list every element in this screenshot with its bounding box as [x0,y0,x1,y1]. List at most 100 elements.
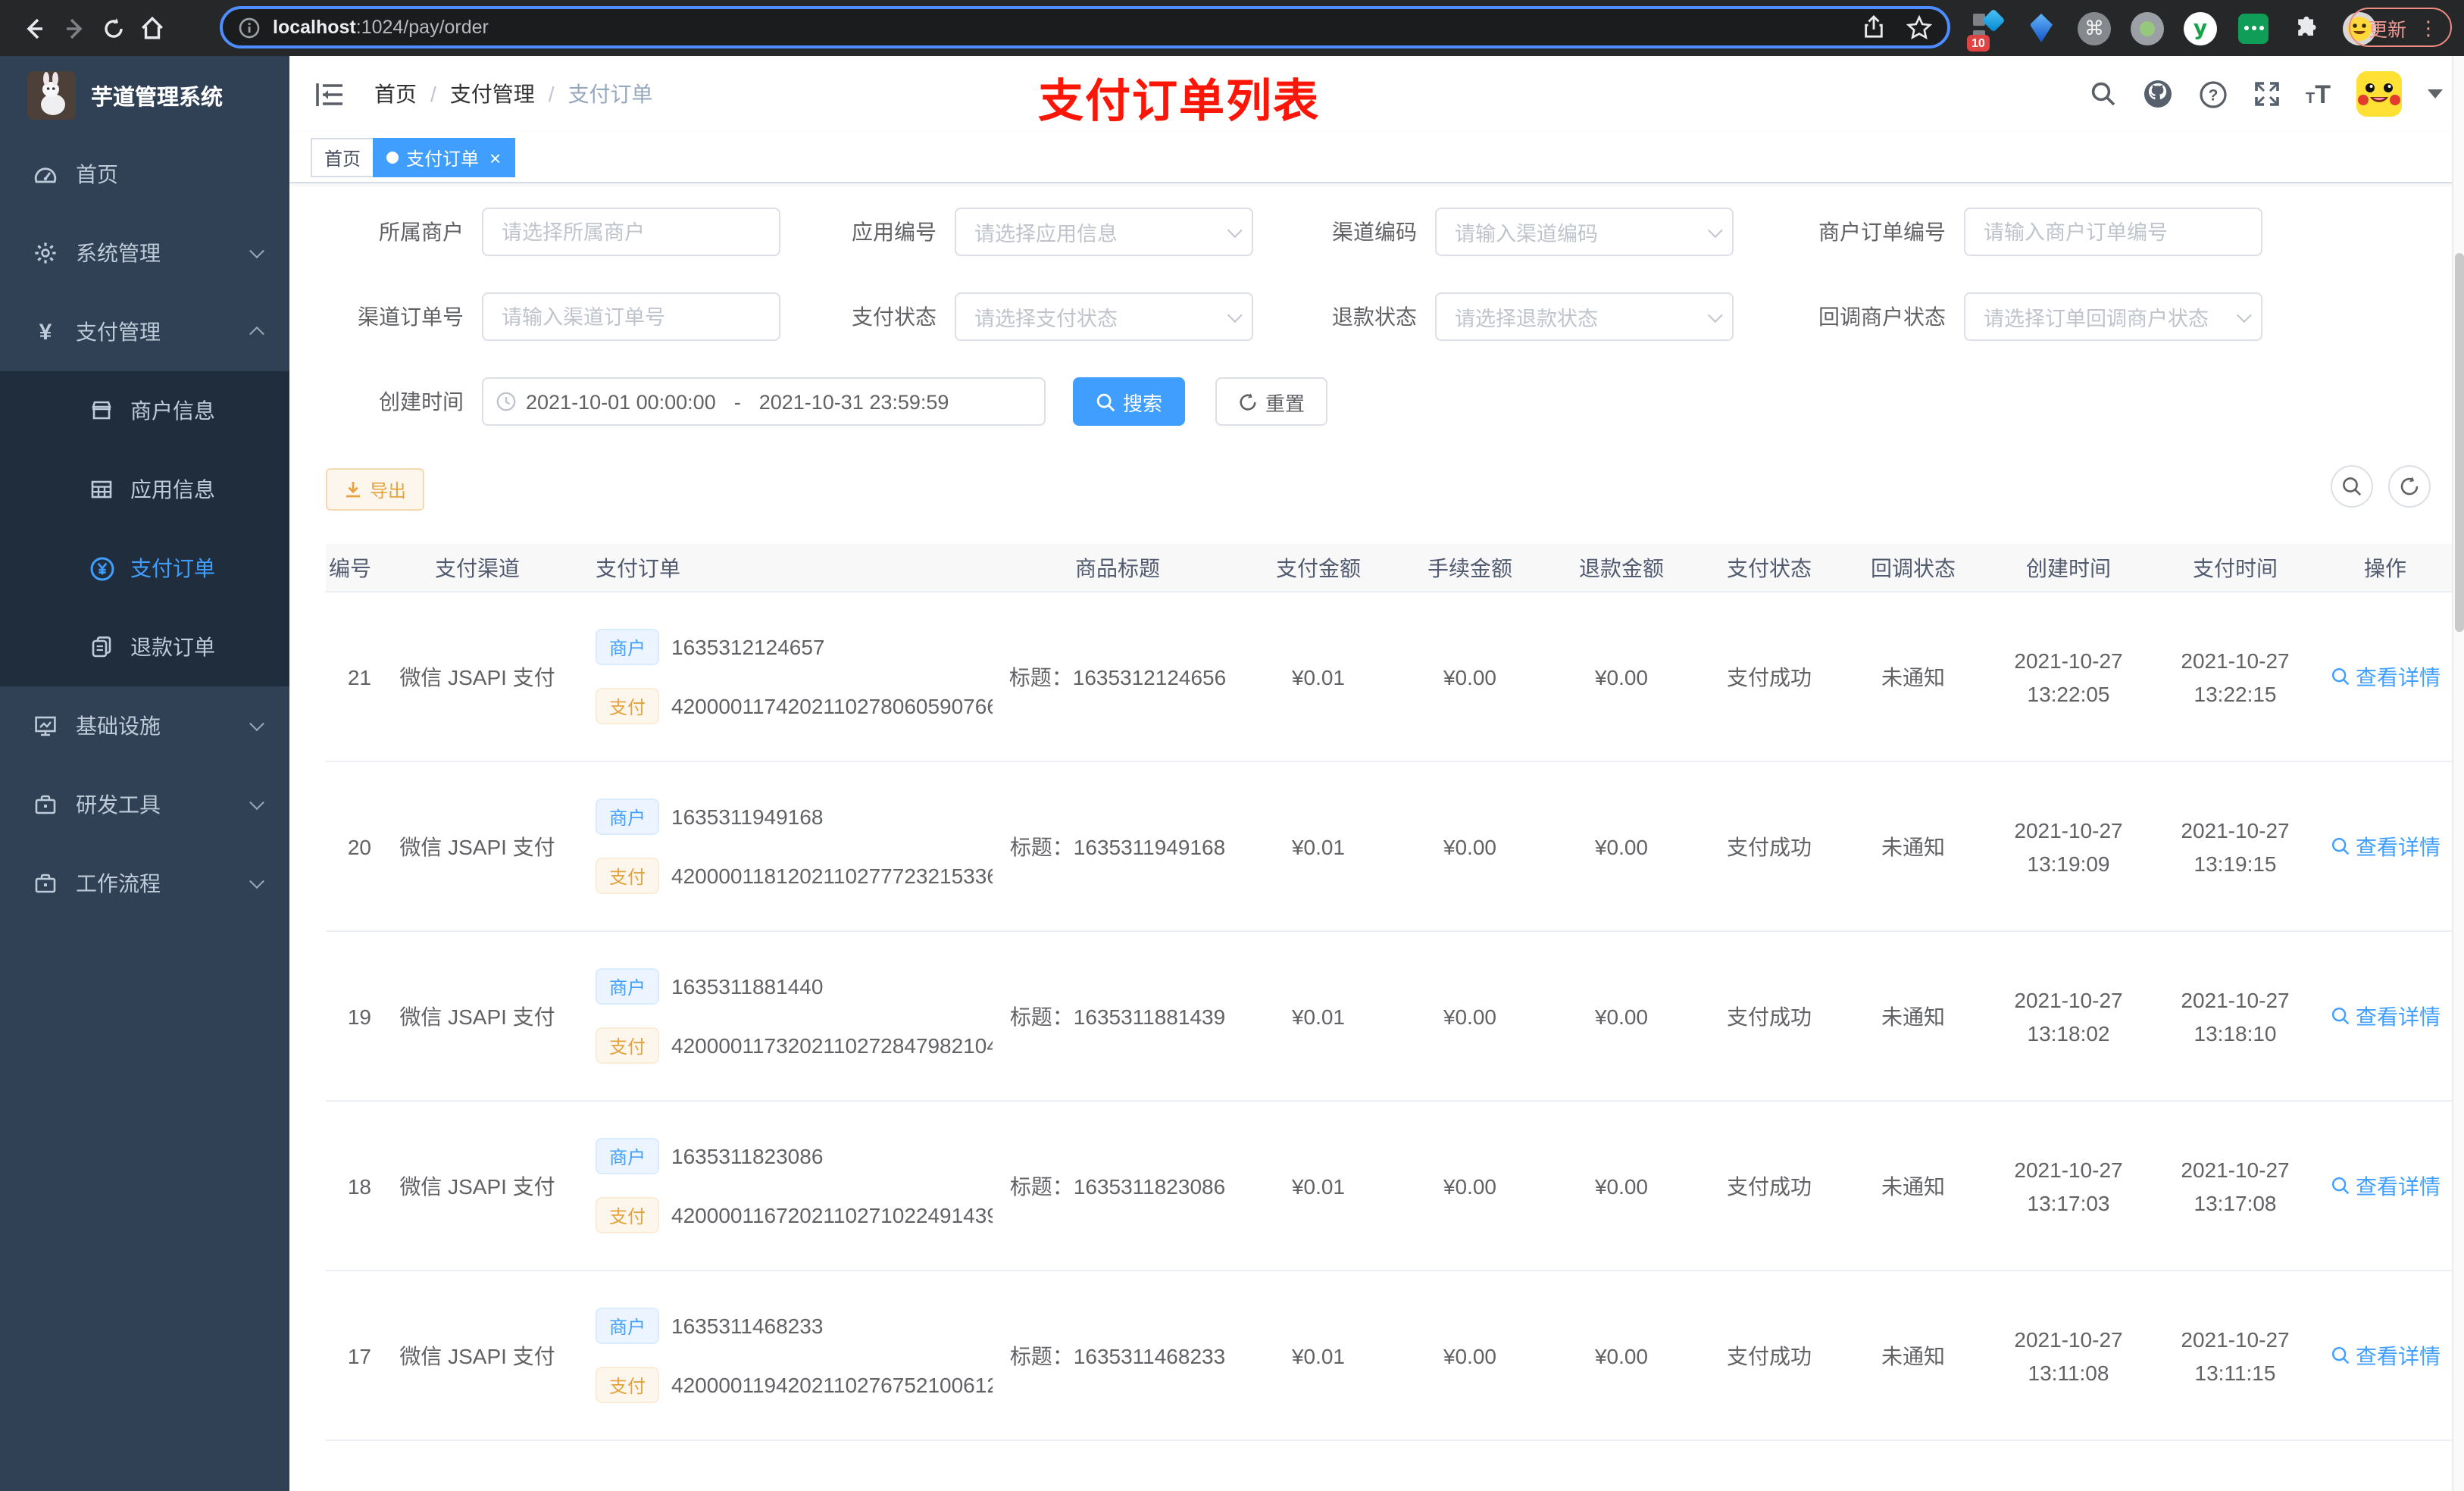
tab-home[interactable]: 首页 [311,138,375,177]
search-button[interactable]: 搜索 [1073,377,1186,426]
cell-title: 标题：1635311823086 [1009,1174,1226,1198]
extension-command-icon[interactable]: ⌘ [2076,10,2112,46]
search-icon[interactable] [2089,80,2116,108]
sidebar-collapse-icon[interactable] [312,77,346,111]
extension-devtools-icon[interactable]: 10 [1967,8,2006,51]
github-icon[interactable] [2142,79,2172,109]
font-size-icon[interactable]: TT [2306,81,2331,107]
download-icon [346,482,360,498]
sidebar-item-infra[interactable]: 基础设施 [0,686,289,765]
sidebar-item-merchant-info[interactable]: 商户信息 [0,371,289,450]
col-header: 操作 [2364,555,2406,580]
table-search-button[interactable] [2331,465,2373,508]
cell-amount: ¥0.01 [1291,664,1346,689]
cell-created: 2021-10-27 13:19:09 [2014,817,2123,875]
logo-image [27,71,76,120]
cell-notify: 未通知 [1881,834,1945,858]
cell-created: 2021-10-27 13:17:03 [2014,1157,2123,1214]
field-label: 创建时间 [379,389,464,414]
browser-menu-icon[interactable]: ⋮ [2419,17,2438,37]
scrollbar-thumb[interactable] [2455,253,2464,632]
tab-pay-order[interactable]: 支付订单 × [373,138,515,177]
app-select[interactable]: 请选择应用信息 [955,208,1253,256]
sidebar-item-payment[interactable]: ¥ 支付管理 [0,292,289,371]
yen-circle-icon [88,555,115,581]
channel-order-no-input[interactable] [482,292,780,341]
col-header: 手续金额 [1427,555,1512,580]
sidebar-item-pay-order[interactable]: 支付订单 [0,529,289,608]
breadcrumb: 首页 / 支付管理 / 支付订单 [374,56,653,132]
address-bar[interactable]: localhost:1024/pay/order [220,6,1950,48]
fullscreen-icon[interactable] [2253,80,2280,108]
site-info-icon[interactable] [238,16,261,39]
cell-action: 查看详情 [2319,1001,2452,1031]
pay-status-select[interactable]: 请选择支付状态 [955,292,1253,341]
view-detail-link[interactable]: 查看详情 [2330,831,2441,861]
date-range-input[interactable]: 2021-10-01 00:00:00 - 2021-10-31 23:59:5… [482,377,1046,426]
breadcrumb-home[interactable]: 首页 [374,79,417,109]
cell-created: 2021-10-27 13:11:08 [2014,1327,2123,1384]
extensions-puzzle-icon[interactable] [2288,10,2325,46]
screen: localhost:1024/pay/order 10 ⌘ y 更新 ⋮ 芋道管… [0,0,2464,1491]
export-button[interactable]: 导出 [326,468,425,511]
search-icon [2331,667,2349,686]
cell-id: 17 [347,1343,371,1368]
help-icon[interactable]: ? [2198,80,2227,108]
avatar-caret-icon[interactable] [2428,89,2443,98]
svg-text:?: ? [2208,86,2218,103]
merchant-input[interactable] [482,208,780,256]
sidebar-item-devtools[interactable]: 研发工具 [0,765,289,844]
cell-refund: ¥0.00 [1594,664,1649,689]
merchant-tag: 商户 [596,968,660,1005]
cell-action: 查看详情 [2319,1340,2452,1371]
cell-fee: ¥0.00 [1443,664,1497,689]
merchant-order-no-input[interactable] [1964,208,2262,256]
table-row: 20 微信 JSAPI 支付 商户 1635311949168 支付 4200001… [326,762,2452,932]
sidebar-item-system[interactable]: 系统管理 [0,214,289,292]
briefcase-icon [32,871,59,896]
sidebar-item-label: 工作流程 [76,871,161,896]
sidebar-item-workflow[interactable]: 工作流程 [0,844,289,923]
sidebar-item-app-info[interactable]: 应用信息 [0,450,289,529]
clock-icon [496,392,516,411]
extension-badge: 10 [1967,34,1990,51]
browser-home-button[interactable] [133,9,171,47]
field-label: 回调商户状态 [1818,305,1946,329]
sidebar-item-home[interactable]: 首页 [0,135,289,214]
payment-submenu: 商户信息 应用信息 支付订单 退款订单 [0,371,289,686]
search-icon [2331,1346,2349,1364]
cell-paid: 2021-10-27 13:17:08 [2181,1157,2290,1214]
cell-channel: 微信 JSAPI 支付 [399,1004,555,1028]
app-logo[interactable]: 芋道管理系统 [0,56,289,135]
browser-back-button[interactable] [15,9,53,47]
merchant-tag: 商户 [596,1308,660,1344]
share-icon[interactable] [1862,15,1885,39]
table-refresh-button[interactable] [2388,465,2431,508]
cell-fee: ¥0.00 [1443,1004,1497,1028]
browser-update-button[interactable]: 更新 ⋮ [2348,8,2452,47]
view-detail-link[interactable]: 查看详情 [2330,1001,2441,1031]
extension-chat-icon[interactable] [2235,10,2272,46]
browser-forward-button[interactable] [55,9,92,47]
cell-fee: ¥0.00 [1443,1174,1497,1198]
extension-recorder-icon[interactable] [2129,10,2165,46]
browser-reload-button[interactable] [94,9,132,47]
breadcrumb-payment[interactable]: 支付管理 [450,79,535,109]
close-icon[interactable]: × [489,148,501,167]
notify-status-select[interactable]: 请选择订单回调商户状态 [1964,292,2262,341]
cell-action: 查看详情 [2319,661,2452,692]
view-detail-link[interactable]: 查看详情 [2330,661,2441,692]
refund-status-select[interactable]: 请选择退款状态 [1435,292,1734,341]
avatar[interactable] [2356,71,2402,117]
col-header: 支付金额 [1276,555,1361,580]
view-detail-link[interactable]: 查看详情 [2330,1340,2441,1371]
extension-gem-icon[interactable] [2023,10,2059,46]
reset-button[interactable]: 重置 [1215,377,1328,426]
sidebar-item-refund-order[interactable]: 退款订单 [0,608,289,686]
bookmark-star-icon[interactable] [1906,14,1932,40]
extension-y-icon[interactable]: y [2182,10,2219,46]
sidebar-item-label: 退款订单 [130,635,215,659]
page-scrollbar[interactable] [2452,56,2464,1491]
channel-code-select[interactable]: 请输入渠道编码 [1435,208,1734,256]
view-detail-link[interactable]: 查看详情 [2330,1171,2441,1201]
